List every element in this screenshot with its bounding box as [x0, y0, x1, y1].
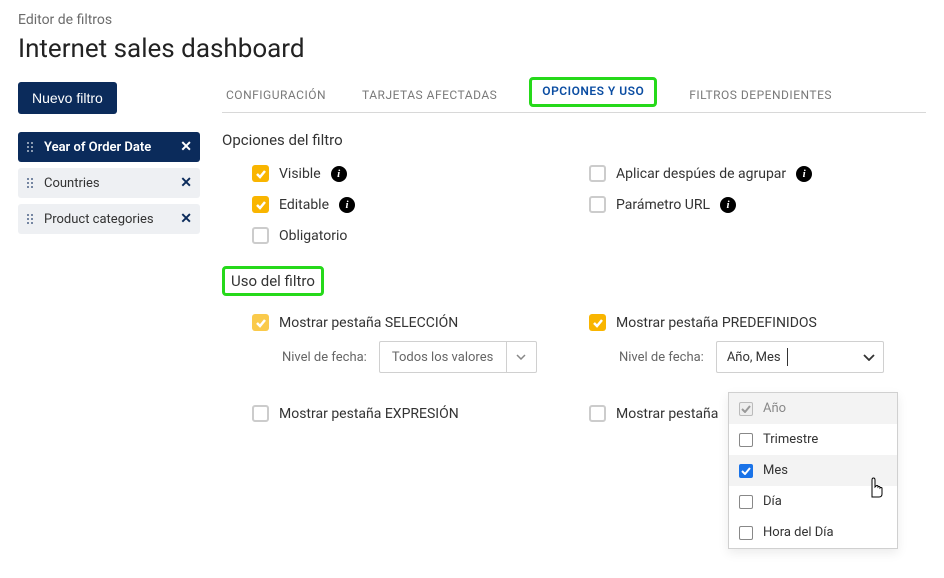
- section-filter-options-title: Opciones del filtro: [222, 131, 926, 149]
- checkbox-icon: [739, 464, 753, 478]
- close-icon[interactable]: ✕: [180, 139, 192, 155]
- dropdown-item-label: Año: [763, 401, 786, 416]
- dropdown-item-label: Mes: [763, 463, 788, 478]
- chevron-down-icon: [506, 342, 536, 372]
- dropdown-item-label: Hora del Día: [763, 525, 834, 540]
- drag-handle-icon[interactable]: [26, 141, 36, 153]
- drag-handle-icon[interactable]: [26, 213, 36, 225]
- checkbox-visible[interactable]: [252, 165, 269, 182]
- label-editable: Editable: [279, 197, 329, 213]
- checkbox-show-expression-tab[interactable]: [252, 405, 269, 422]
- checkbox-url-param[interactable]: [589, 196, 606, 213]
- checkbox-show-tab-partial[interactable]: [589, 405, 606, 422]
- dropdown-item-label: Día: [763, 494, 782, 509]
- text-cursor: [787, 348, 788, 366]
- label-show-predefined-tab: Mostrar pestaña PREDEFINIDOS: [616, 315, 817, 331]
- checkbox-editable[interactable]: [252, 196, 269, 213]
- checkbox-icon: [739, 495, 753, 509]
- label-show-tab-partial: Mostrar pestaña: [616, 406, 718, 422]
- checkbox-show-predefined-tab[interactable]: [589, 314, 606, 331]
- label-url-param: Parámetro URL: [616, 197, 710, 213]
- label-visible: Visible: [279, 166, 321, 182]
- label-date-level-right: Nivel de fecha:: [619, 350, 704, 365]
- filter-item-product-categories[interactable]: Product categories ✕: [18, 204, 200, 234]
- checkbox-icon: [739, 526, 753, 540]
- select-value: Todos los valores: [380, 350, 506, 365]
- label-show-selection-tab: Mostrar pestaña SELECCIÓN: [279, 315, 458, 331]
- dropdown-item-hour[interactable]: Hora del Día: [729, 517, 897, 548]
- select-date-level-left[interactable]: Todos los valores: [379, 341, 537, 373]
- date-level-dropdown[interactable]: Año Trimestre Mes Día Hora del Día: [728, 392, 898, 549]
- tab-dependent-filters[interactable]: Filtros dependientes: [685, 82, 836, 112]
- filter-item-year-order-date[interactable]: Year of Order Date ✕: [18, 132, 200, 162]
- label-date-level-left: Nivel de fecha:: [282, 350, 367, 365]
- pointer-cursor-icon: [866, 475, 886, 503]
- label-mandatory: Obligatorio: [279, 228, 347, 244]
- sidebar: Nuevo filtro Year of Order Date ✕ Countr…: [18, 82, 200, 426]
- new-filter-button[interactable]: Nuevo filtro: [18, 82, 117, 114]
- tab-affected-cards[interactable]: Tarjetas afectadas: [358, 82, 501, 112]
- breadcrumb: Editor de filtros: [18, 12, 926, 28]
- dropdown-item-label: Trimestre: [763, 432, 818, 447]
- drag-handle-icon[interactable]: [26, 177, 36, 189]
- filter-item-label: Product categories: [44, 212, 172, 227]
- checkbox-apply-after-group[interactable]: [589, 165, 606, 182]
- checkbox-icon: [739, 433, 753, 447]
- chevron-down-icon: [863, 354, 875, 361]
- close-icon[interactable]: ✕: [180, 211, 192, 227]
- filter-item-label: Year of Order Date: [44, 140, 172, 155]
- checkbox-show-selection-tab[interactable]: [252, 314, 269, 331]
- tabs-bar: Configuración Tarjetas afectadas Opcione…: [222, 82, 926, 113]
- info-icon[interactable]: i: [331, 166, 347, 182]
- tab-options-usage[interactable]: Opciones y uso: [529, 82, 657, 112]
- section-filter-usage-title: Uso del filtro: [222, 266, 324, 296]
- main-panel: Configuración Tarjetas afectadas Opcione…: [222, 82, 926, 426]
- page-title: Internet sales dashboard: [18, 34, 926, 64]
- dropdown-item-quarter[interactable]: Trimestre: [729, 424, 897, 455]
- checkbox-mandatory[interactable]: [252, 227, 269, 244]
- label-apply-after-group: Aplicar despúes de agrupar: [616, 166, 786, 182]
- info-icon[interactable]: i: [796, 166, 812, 182]
- filter-item-countries[interactable]: Countries ✕: [18, 168, 200, 198]
- filter-item-label: Countries: [44, 176, 172, 191]
- multiselect-value: Año, Mes: [727, 350, 781, 365]
- checkbox-icon: [739, 402, 753, 416]
- close-icon[interactable]: ✕: [180, 175, 192, 191]
- info-icon[interactable]: i: [720, 197, 736, 213]
- dropdown-item-year[interactable]: Año: [729, 393, 897, 424]
- tab-configuration[interactable]: Configuración: [222, 82, 330, 112]
- label-show-expression-tab: Mostrar pestaña EXPRESIÓN: [279, 406, 459, 422]
- info-icon[interactable]: i: [339, 197, 355, 213]
- multiselect-date-level-right[interactable]: Año, Mes: [716, 341, 884, 373]
